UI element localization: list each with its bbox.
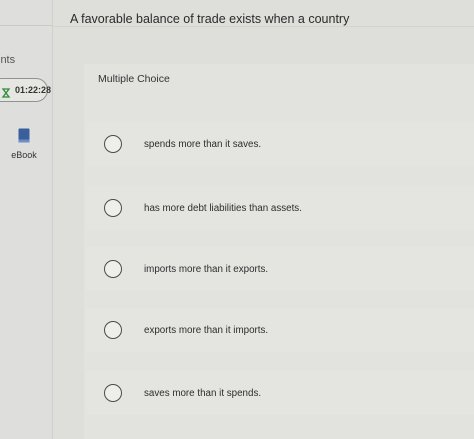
timer-badge[interactable]: 01:22:28 (0, 78, 52, 102)
rail-top-box (0, 0, 52, 26)
radio-unselected-icon[interactable] (104, 199, 122, 217)
radio-unselected-icon[interactable] (104, 384, 122, 402)
ebook-label: eBook (11, 150, 37, 160)
points-label: ints (0, 54, 16, 66)
choice-option[interactable]: spends more than it saves. (86, 122, 474, 166)
choice-label: spends more than it saves. (144, 138, 262, 150)
quiz-page: ints 01:22:28 eBook A favorable balance … (0, 0, 474, 439)
question-text: A favorable balance of trade exists when… (70, 12, 350, 26)
timer-text: 01:22:28 (15, 85, 52, 95)
choice-label: saves more than it spends. (144, 387, 262, 399)
question-type-label: Multiple Choice (98, 73, 170, 85)
radio-unselected-icon[interactable] (104, 135, 122, 153)
choice-label: exports more than it imports. (144, 324, 269, 336)
ebook-button[interactable]: eBook (4, 128, 44, 163)
hourglass-icon (1, 85, 11, 98)
rail-divider (52, 0, 53, 439)
top-divider (52, 26, 474, 27)
left-rail: ints 01:22:28 eBook (0, 0, 52, 439)
choice-label: imports more than it exports. (144, 263, 269, 275)
choice-option[interactable]: has more debt liabilities than assets. (86, 186, 474, 230)
choice-option[interactable]: exports more than it imports. (86, 308, 474, 352)
choice-option[interactable]: saves more than it spends. (86, 371, 474, 415)
book-icon (18, 128, 30, 143)
choice-label: has more debt liabilities than assets. (144, 202, 302, 214)
radio-unselected-icon[interactable] (104, 321, 122, 339)
radio-unselected-icon[interactable] (104, 260, 122, 278)
choice-option[interactable]: imports more than it exports. (86, 247, 474, 291)
